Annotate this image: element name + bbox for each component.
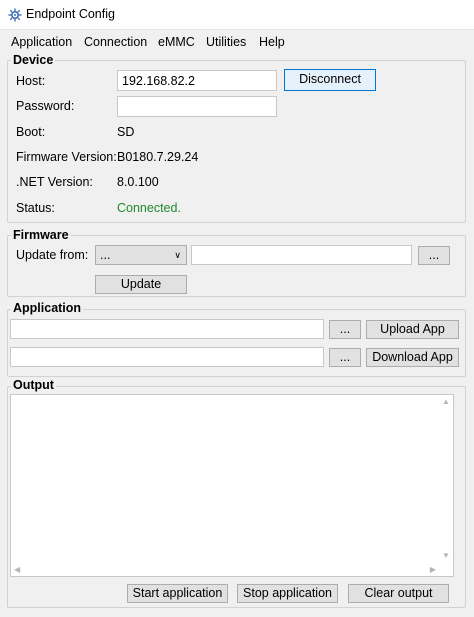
menu-utilities[interactable]: Utilities — [206, 35, 246, 49]
boot-value: SD — [117, 125, 135, 139]
firmware-version-label: Firmware Version: — [16, 150, 117, 164]
disconnect-button[interactable]: Disconnect — [284, 69, 376, 91]
firmware-group-title: Firmware — [11, 228, 71, 242]
firmware-browse-button[interactable]: ... — [418, 246, 450, 265]
update-from-label: Update from: — [16, 248, 89, 262]
net-version-label: .NET Version: — [16, 175, 93, 189]
upload-path-input[interactable] — [10, 319, 324, 339]
upload-browse-button[interactable]: ... — [329, 320, 361, 339]
application-group-title: Application — [11, 301, 84, 315]
title-bar: Endpoint Config — [0, 0, 474, 30]
download-path-input[interactable] — [10, 347, 324, 367]
menu-help[interactable]: Help — [259, 35, 285, 49]
start-application-button[interactable]: Start application — [127, 584, 228, 603]
status-label: Status: — [16, 201, 55, 215]
clear-output-button[interactable]: Clear output — [348, 584, 449, 603]
menu-application[interactable]: Application — [11, 35, 72, 49]
host-label: Host: — [16, 74, 46, 88]
firmware-path-input[interactable] — [191, 245, 412, 265]
firmware-version-value: B0180.7.29.24 — [117, 150, 199, 164]
device-group-title: Device — [11, 53, 56, 67]
status-value: Connected. — [117, 201, 181, 215]
password-label: Password: — [16, 99, 75, 113]
menu-bar: Application Connection eMMC Utilities He… — [4, 34, 466, 52]
scroll-right-icon[interactable]: ▶ — [430, 565, 436, 574]
password-input[interactable] — [117, 96, 277, 117]
output-vertical-scrollbar[interactable]: ▲ ▼ — [439, 395, 453, 576]
menu-connection[interactable]: Connection — [84, 35, 147, 49]
update-source-value: ... — [100, 248, 111, 262]
gear-network-icon — [8, 8, 22, 22]
chevron-down-icon: ∨ — [174, 250, 181, 260]
scroll-up-icon[interactable]: ▲ — [442, 397, 450, 406]
download-browse-button[interactable]: ... — [329, 348, 361, 367]
boot-label: Boot: — [16, 125, 46, 139]
output-horizontal-scrollbar[interactable]: ◀ ▶ — [11, 562, 453, 576]
scroll-down-icon[interactable]: ▼ — [442, 551, 450, 560]
window-title: Endpoint Config — [26, 7, 115, 21]
update-source-dropdown[interactable]: ... ∨ — [95, 245, 187, 265]
output-group-title: Output — [11, 378, 56, 392]
update-button[interactable]: Update — [95, 275, 187, 294]
host-input[interactable] — [117, 70, 277, 91]
upload-app-button[interactable]: Upload App — [366, 320, 459, 339]
download-app-button[interactable]: Download App — [366, 348, 459, 367]
output-textarea[interactable]: ▲ ▼ ◀ ▶ — [10, 394, 454, 577]
menu-emmc[interactable]: eMMC — [158, 35, 195, 49]
net-version-value: 8.0.100 — [117, 175, 159, 189]
stop-application-button[interactable]: Stop application — [237, 584, 338, 603]
scroll-left-icon[interactable]: ◀ — [14, 565, 20, 574]
